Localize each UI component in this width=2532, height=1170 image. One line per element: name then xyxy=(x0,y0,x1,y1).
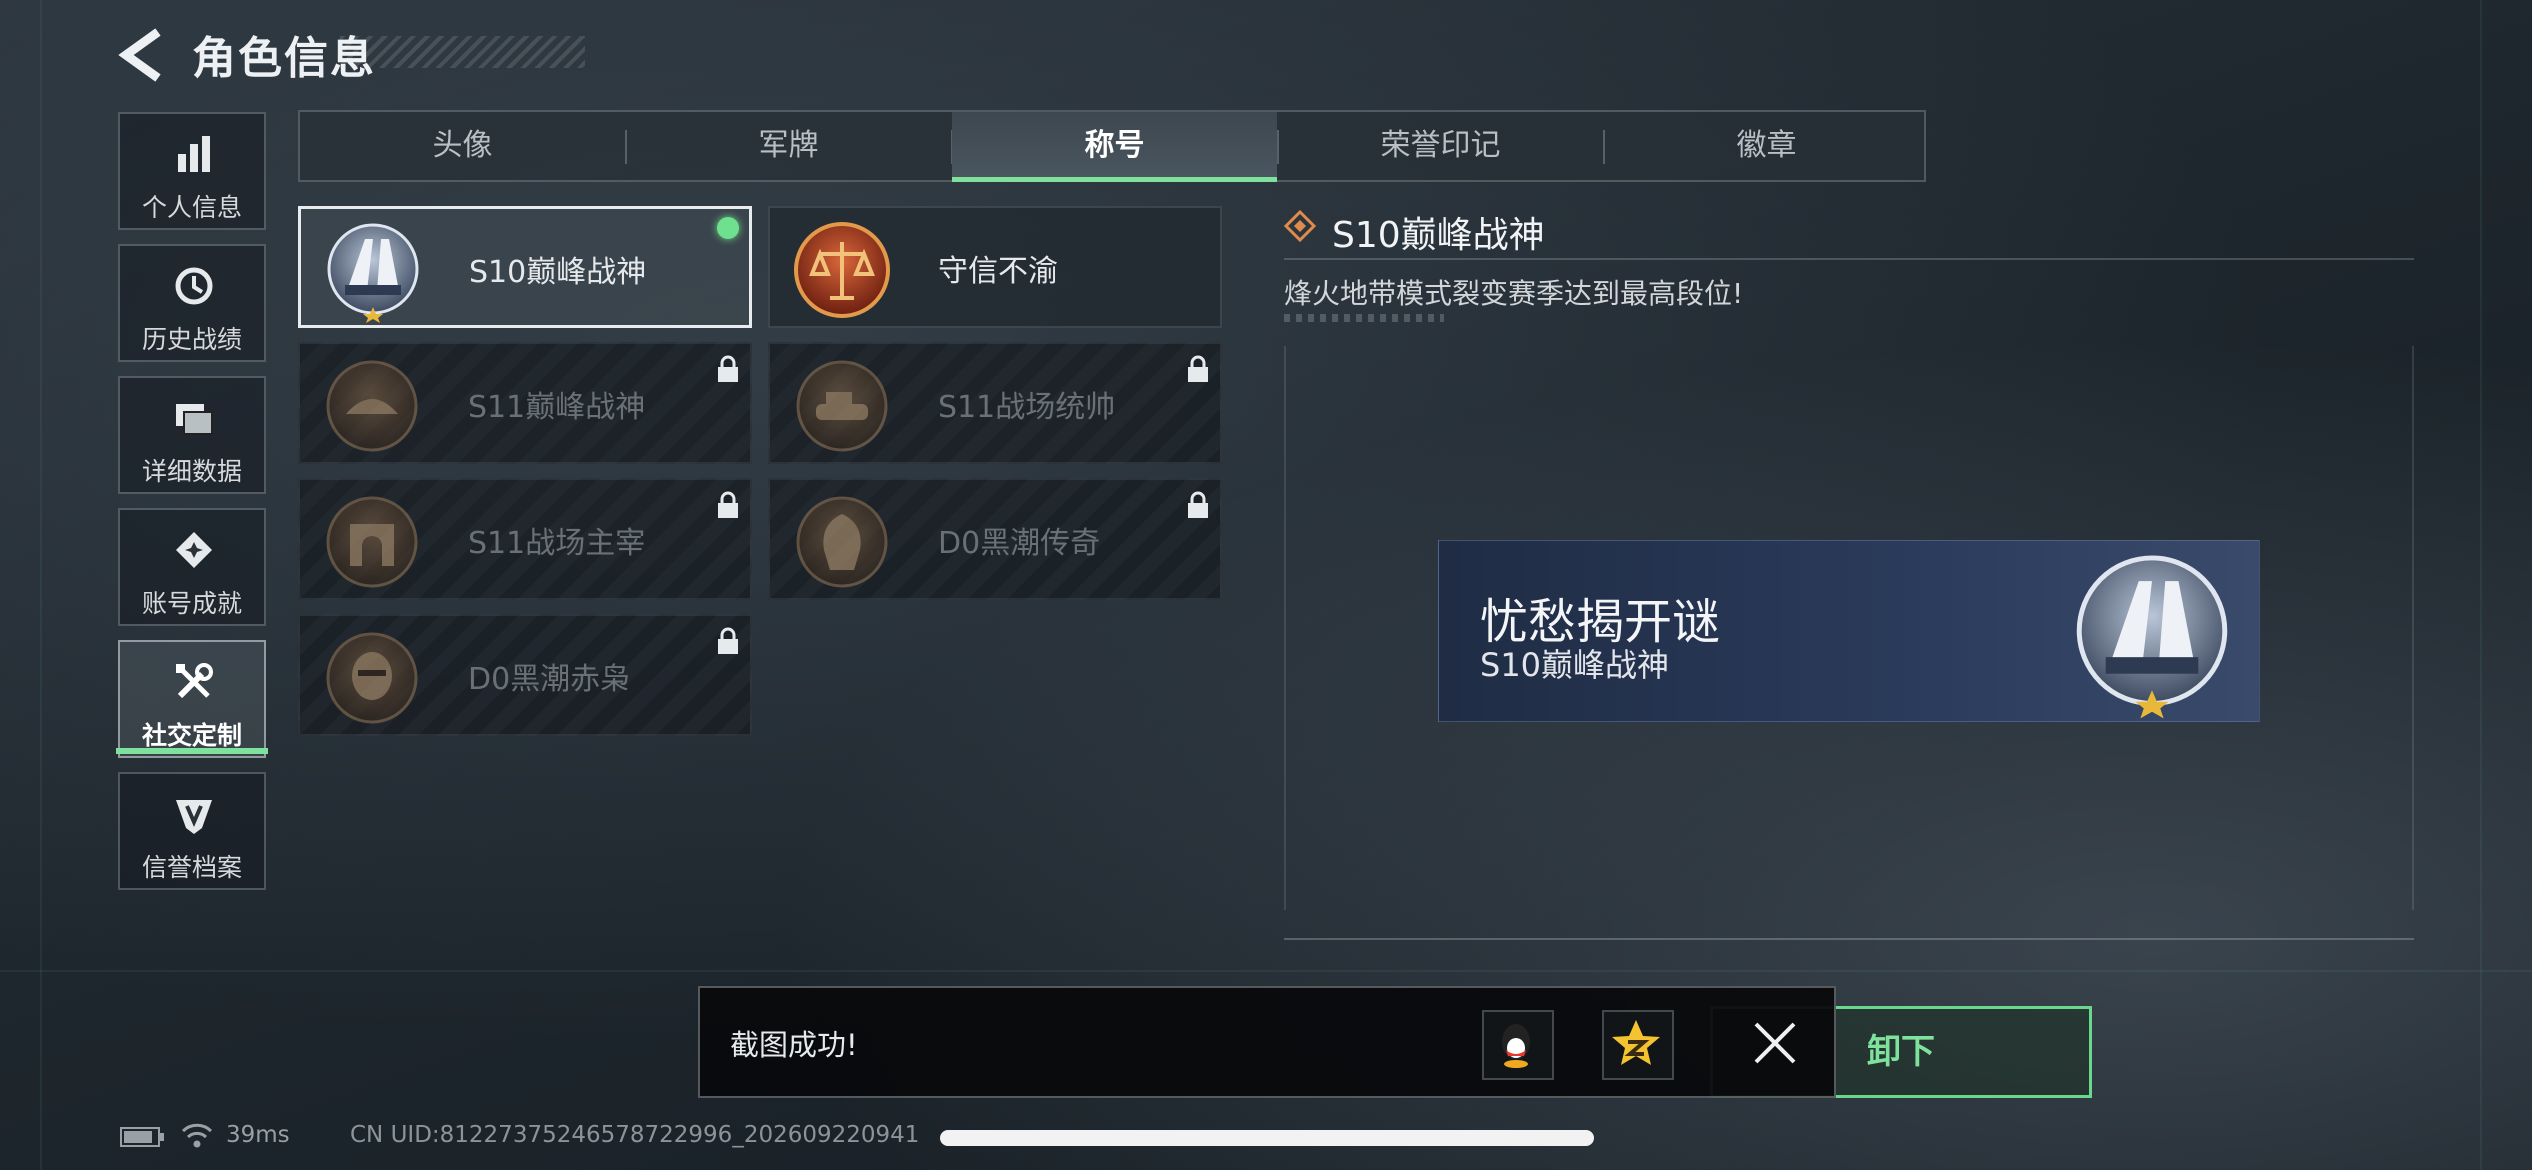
home-indicator[interactable] xyxy=(940,1130,1594,1146)
nav-label: 账号成就 xyxy=(141,589,242,618)
tab-avatar[interactable]: 头像 xyxy=(300,112,625,180)
nav-personal-info[interactable]: 个人信息 xyxy=(118,112,266,230)
s10-peak-emblem-icon xyxy=(2076,555,2228,719)
qq-icon xyxy=(1502,1024,1530,1068)
ping-value: 39ms xyxy=(226,1122,290,1148)
nav-label: 信誉档案 xyxy=(141,853,242,882)
nav-achievements[interactable]: 账号成就 xyxy=(118,508,266,626)
lock-icon xyxy=(718,355,738,382)
history-clock-icon xyxy=(175,267,213,305)
nav-label: 社交定制 xyxy=(141,721,242,750)
scales-emblem-icon xyxy=(794,222,890,318)
title-name: D0黑潮赤枭 xyxy=(468,662,631,697)
tab-badge[interactable]: 徽章 xyxy=(1604,112,1929,180)
tab-title[interactable]: 称号 xyxy=(952,112,1277,182)
player-uid: CN UID:812273752465787229​96_20260922094… xyxy=(350,1122,920,1148)
toast-message: 截图成功! xyxy=(730,1028,858,1062)
qzone-share-button[interactable] xyxy=(1602,1010,1674,1080)
title-card-s11-battlefield-marshal[interactable]: S11战场统帅 xyxy=(768,342,1222,464)
detail-title-name: S10巅峰战神 xyxy=(1332,215,1545,256)
folder-icon xyxy=(176,404,213,435)
title-name: 守信不渝 xyxy=(938,254,1058,289)
title-name: S11战场统帅 xyxy=(938,390,1116,425)
title-card-s10-peak-god[interactable]: S10巅峰战神 xyxy=(298,206,752,328)
nav-label: 历史战绩 xyxy=(141,325,242,354)
tab-dog-tag[interactable]: 军牌 xyxy=(626,112,951,180)
back-arrow-icon[interactable] xyxy=(118,28,166,82)
close-icon[interactable] xyxy=(1752,1020,1798,1066)
divider xyxy=(1284,938,2414,940)
s10-peak-emblem-icon xyxy=(327,223,419,323)
lock-icon xyxy=(1188,491,1208,518)
nav-label: 详细数据 xyxy=(141,457,242,486)
nav-label: 个人信息 xyxy=(141,193,242,222)
preview-title: S10巅峰战神 xyxy=(1480,646,1670,684)
title-card-keep-faith[interactable]: 守信不渝 xyxy=(768,206,1222,328)
achievement-icon xyxy=(176,532,212,568)
arch-emblem-icon xyxy=(326,496,418,588)
decoration xyxy=(1284,314,1444,322)
title-card-d0-black-tide-red-owl[interactable]: D0黑潮赤枭 xyxy=(298,614,752,736)
battery-icon xyxy=(120,1127,164,1147)
title-card-s11-battlefield-dominator[interactable]: S11战场主宰 xyxy=(298,478,752,600)
tools-icon xyxy=(176,663,213,699)
bronze-emblem-icon xyxy=(326,360,418,452)
title-name: S11战场主宰 xyxy=(468,526,646,561)
title-decoration xyxy=(340,36,585,68)
nav-social-custom[interactable]: 社交定制 xyxy=(118,640,266,758)
nav-active-indicator xyxy=(116,748,268,754)
tab-bar: 头像 军牌 称号 荣誉印记 徽章 xyxy=(298,110,1926,182)
qzone-icon xyxy=(1612,1020,1660,1065)
tab-honor-mark[interactable]: 荣誉印记 xyxy=(1278,112,1603,180)
title-card-d0-black-tide-legend[interactable]: D0黑潮传奇 xyxy=(768,478,1222,600)
diamond-title-icon xyxy=(1284,210,1316,242)
nav-detail-data[interactable]: 详细数据 xyxy=(118,376,266,494)
equipped-indicator xyxy=(717,217,739,239)
title-card-s11-peak-god[interactable]: S11巅峰战神 xyxy=(298,342,752,464)
lock-icon xyxy=(718,491,738,518)
nav-credit-record[interactable]: 信誉档案 xyxy=(118,772,266,890)
wifi-icon xyxy=(181,1123,213,1148)
tank-emblem-icon xyxy=(796,360,888,452)
lock-icon xyxy=(1188,355,1208,382)
detail-description: 烽火地带模式裂变赛季达到最高段位! xyxy=(1284,277,1744,310)
nav-history[interactable]: 历史战绩 xyxy=(118,244,266,362)
bar-chart-icon xyxy=(178,136,210,172)
skull-mask-emblem-icon xyxy=(326,632,418,724)
qq-share-button[interactable] xyxy=(1482,1010,1554,1080)
hooded-figure-emblem-icon xyxy=(796,496,888,588)
title-name: S11巅峰战神 xyxy=(468,390,646,425)
title-name: D0黑潮传奇 xyxy=(938,526,1101,561)
lock-icon xyxy=(718,627,738,654)
title-name: S10巅峰战神 xyxy=(469,255,647,290)
divider xyxy=(1284,258,2414,260)
credit-shield-icon xyxy=(176,800,212,834)
